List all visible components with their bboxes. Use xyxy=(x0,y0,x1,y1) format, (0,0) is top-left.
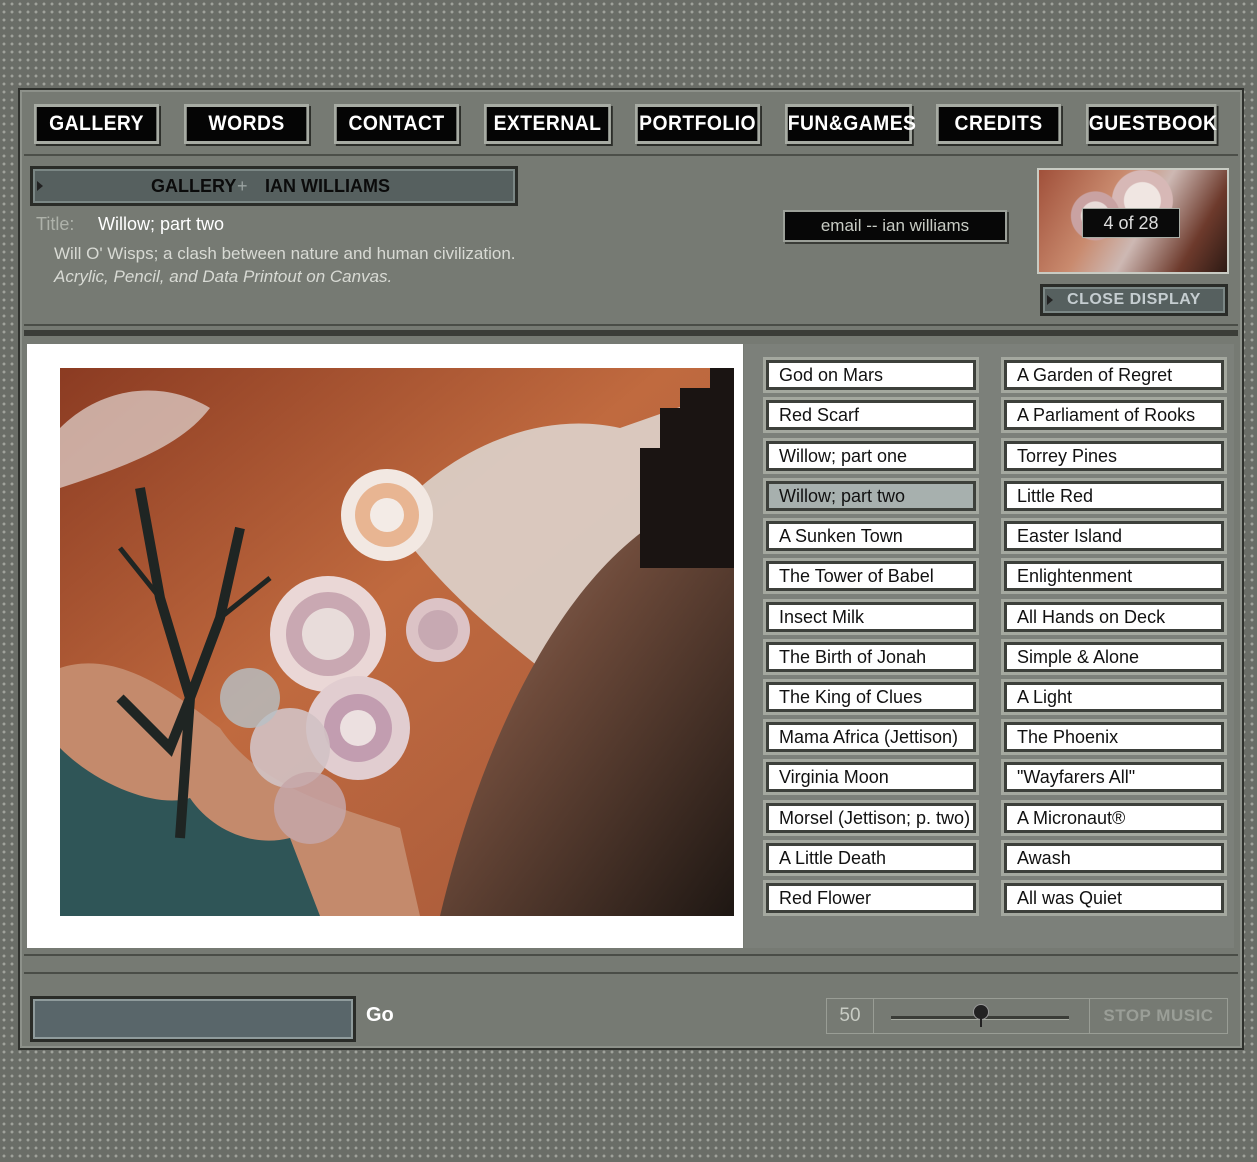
list-item[interactable]: Easter Island xyxy=(1004,521,1224,551)
site-frame: GALLERY WORDS CONTACT EXTERNAL PORTFOLIO… xyxy=(18,88,1244,1050)
list-item[interactable]: The Birth of Jonah xyxy=(766,642,976,672)
list-item[interactable]: A Sunken Town xyxy=(766,521,976,551)
list-item[interactable]: Willow; part one xyxy=(766,441,976,471)
nav-credits[interactable]: CREDITS xyxy=(936,104,1062,144)
nav-fun-and-games[interactable]: FUN&GAMES xyxy=(785,104,916,144)
list-item[interactable]: Mama Africa (Jettison) xyxy=(766,722,976,752)
breadcrumb: GALLERY + IAN WILLIAMS xyxy=(30,166,518,206)
nav-gallery[interactable]: GALLERY xyxy=(34,104,160,144)
divider xyxy=(24,972,1238,974)
nav-guestbook[interactable]: GUESTBOOK xyxy=(1086,104,1217,144)
header-divider xyxy=(24,154,1238,156)
nav-words[interactable]: WORDS xyxy=(184,104,310,144)
title-label: Title: xyxy=(36,214,75,234)
stop-music-button[interactable]: STOP MUSIC xyxy=(1089,999,1227,1033)
list-item[interactable]: Morsel (Jettison; p. two) xyxy=(766,803,976,833)
list-item-selected[interactable]: Willow; part two xyxy=(766,481,976,511)
list-item[interactable]: The Phoenix xyxy=(1004,722,1224,752)
list-item[interactable]: Red Scarf xyxy=(766,400,976,430)
arrow-right-icon xyxy=(1047,295,1053,305)
close-display-label: CLOSE DISPLAY xyxy=(1067,291,1201,308)
breadcrumb-separator: + xyxy=(237,176,248,196)
breadcrumb-section[interactable]: GALLERY xyxy=(151,169,236,203)
list-item[interactable]: A Parliament of Rooks xyxy=(1004,400,1224,430)
list-item[interactable]: Torrey Pines xyxy=(1004,441,1224,471)
list-item[interactable]: The King of Clues xyxy=(766,682,976,712)
artwork-title: Willow; part two xyxy=(98,214,225,234)
list-item[interactable]: Virginia Moon xyxy=(766,762,976,792)
nav-external[interactable]: EXTERNAL xyxy=(484,104,611,144)
divider xyxy=(24,324,1238,326)
list-item[interactable]: A Light xyxy=(1004,682,1224,712)
top-navigation: GALLERY WORDS CONTACT EXTERNAL PORTFOLIO… xyxy=(32,104,1228,144)
go-button[interactable]: Go xyxy=(366,1004,394,1027)
email-artist-button[interactable]: email -- ian williams xyxy=(783,210,1007,242)
list-item[interactable]: All was Quiet xyxy=(1004,883,1224,913)
divider xyxy=(24,954,1238,956)
volume-value: 50 xyxy=(827,999,874,1033)
list-item[interactable]: A Little Death xyxy=(766,843,976,873)
list-item[interactable]: A Garden of Regret xyxy=(1004,360,1224,390)
list-item[interactable]: Enlightenment xyxy=(1004,561,1224,591)
breadcrumb-artist: IAN WILLIAMS xyxy=(265,176,390,196)
list-item[interactable]: God on Mars xyxy=(766,360,976,390)
artwork-description: Will O' Wisps; a clash between nature an… xyxy=(54,244,516,263)
list-item[interactable]: "Wayfarers All" xyxy=(1004,762,1224,792)
nav-portfolio[interactable]: PORTFOLIO xyxy=(635,104,761,144)
volume-slider-knob[interactable] xyxy=(973,1004,989,1027)
arrow-right-icon xyxy=(37,181,43,191)
artwork-image xyxy=(60,368,734,916)
list-item[interactable]: Red Flower xyxy=(766,883,976,913)
list-item[interactable]: A Micronaut® xyxy=(1004,803,1224,833)
artwork-list-panel: God on Mars Red Scarf Willow; part one W… xyxy=(744,344,1234,948)
music-controls: 50 STOP MUSIC xyxy=(826,998,1228,1034)
image-counter: 4 of 28 xyxy=(1082,208,1180,238)
list-item[interactable]: All Hands on Deck xyxy=(1004,602,1224,632)
list-item[interactable]: Awash xyxy=(1004,843,1224,873)
list-item[interactable]: Insect Milk xyxy=(766,602,976,632)
search-input[interactable] xyxy=(30,996,356,1042)
list-item[interactable]: Little Red xyxy=(1004,481,1224,511)
list-item[interactable]: The Tower of Babel xyxy=(766,561,976,591)
close-display-button[interactable]: CLOSE DISPLAY xyxy=(1040,284,1228,316)
list-item[interactable]: Simple & Alone xyxy=(1004,642,1224,672)
nav-contact[interactable]: CONTACT xyxy=(334,104,460,144)
artwork-medium: Acrylic, Pencil, and Data Printout on Ca… xyxy=(54,267,393,286)
divider-bar xyxy=(24,330,1238,336)
